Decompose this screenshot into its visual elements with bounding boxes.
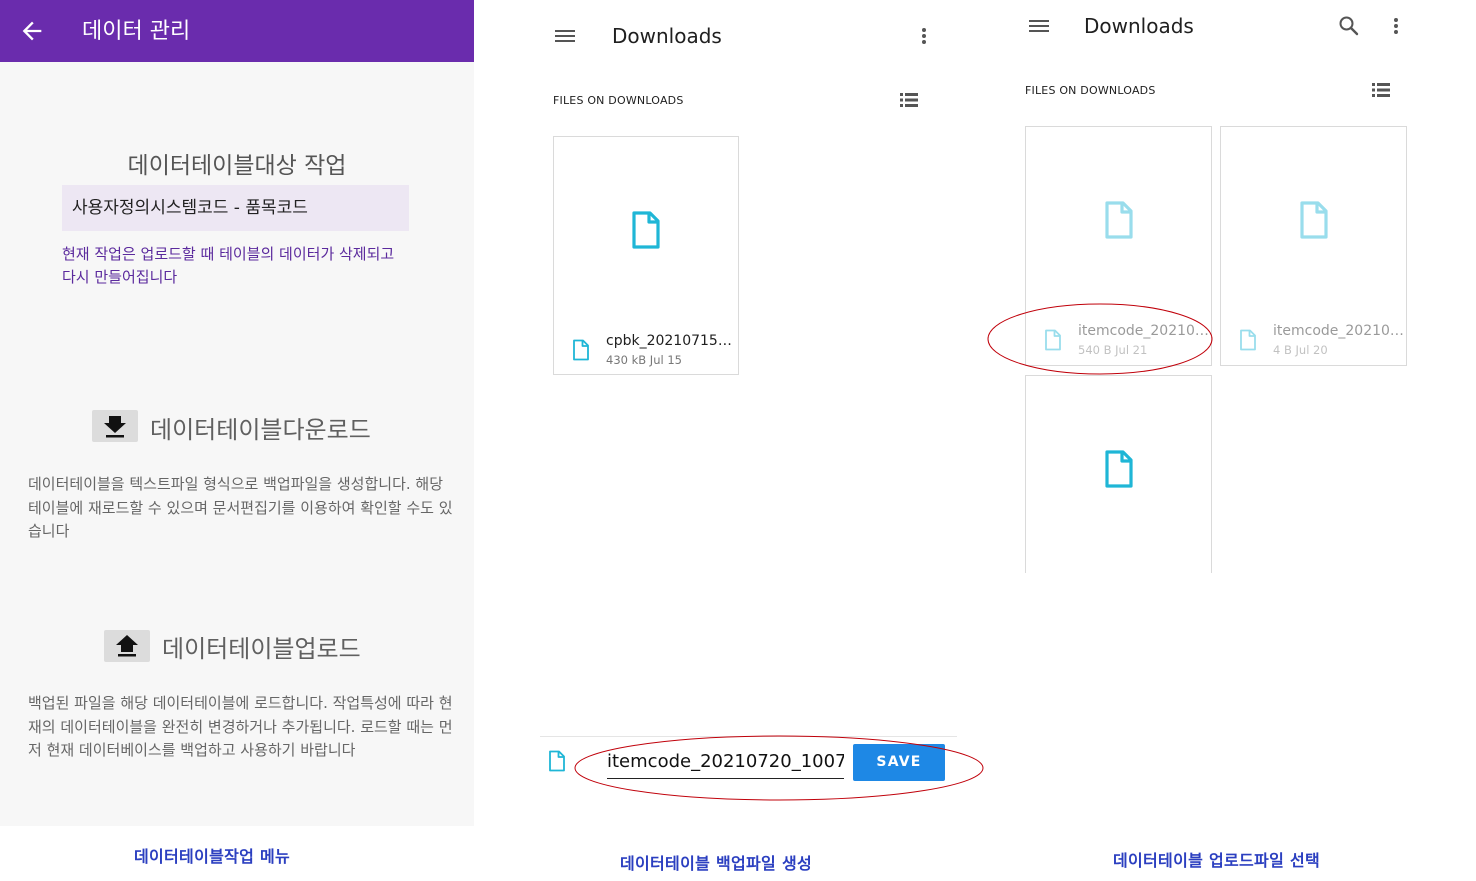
- task-warning-text: 현재 작업은 업로드할 때 테이블의 데이터가 삭제되고 다시 만들어집니다: [62, 245, 395, 286]
- file-icon: [548, 750, 566, 772]
- picker-title: Downloads: [1084, 14, 1194, 38]
- caption-menu: 데이터테이블작업 메뉴: [134, 847, 291, 866]
- section-header: FILES ON DOWNLOADS: [1025, 84, 1156, 97]
- back-arrow-icon[interactable]: [18, 17, 46, 45]
- upload-button-label[interactable]: 데이터테이블업로드: [162, 629, 361, 664]
- file-meta: 540 B Jul 21: [1078, 343, 1148, 357]
- more-vert-icon[interactable]: [1388, 14, 1404, 38]
- file-icon: [1299, 201, 1329, 239]
- download-description: 데이터테이블을 텍스트파일 형식으로 백업파일을 생성합니다. 해당 테이블에 …: [28, 475, 453, 540]
- menu-icon[interactable]: [552, 24, 578, 48]
- task-heading: 데이터테이블대상 작업: [127, 153, 347, 179]
- file-meta: 430 kB Jul 15: [606, 353, 682, 367]
- file-name: itemcode_20210…: [1078, 323, 1209, 339]
- more-vert-icon[interactable]: [916, 24, 932, 48]
- filename-field[interactable]: itemcode_20210720_10073: [607, 748, 844, 779]
- app-bar: [0, 0, 474, 62]
- file-icon: [631, 211, 661, 249]
- upload-description: 백업된 파일을 해당 데이터테이블에 로드합니다. 작업특성에 따라 현재의 데…: [28, 694, 453, 759]
- file-card[interactable]: itemcode_20210… 4 B Jul 20: [1220, 126, 1407, 366]
- picker-title: Downloads: [612, 24, 722, 48]
- list-view-icon[interactable]: [1370, 81, 1392, 99]
- caption-save: 데이터테이블 백업파일 생성: [620, 854, 812, 873]
- file-icon: [572, 339, 590, 361]
- file-card[interactable]: [1025, 375, 1212, 573]
- file-name: cpbk_20210715…: [606, 333, 732, 349]
- file-card[interactable]: itemcode_20210… 540 B Jul 21: [1025, 126, 1212, 366]
- file-meta: 4 B Jul 20: [1273, 343, 1328, 357]
- file-icon: [1104, 201, 1134, 239]
- app-title: 데이터 관리: [82, 19, 191, 44]
- file-icon: [1239, 329, 1257, 351]
- list-view-icon[interactable]: [898, 91, 920, 109]
- divider: [540, 736, 957, 737]
- download-button-label[interactable]: 데이터테이블다운로드: [150, 410, 371, 445]
- menu-icon[interactable]: [1026, 14, 1052, 38]
- search-icon[interactable]: [1337, 14, 1361, 38]
- file-icon: [1104, 450, 1134, 488]
- upload-icon[interactable]: [104, 630, 150, 662]
- section-header: FILES ON DOWNLOADS: [553, 94, 684, 107]
- file-icon: [1044, 329, 1062, 351]
- file-name: itemcode_20210…: [1273, 323, 1404, 339]
- caption-open: 데이터테이블 업로드파일 선택: [1113, 851, 1321, 870]
- save-button[interactable]: SAVE: [853, 744, 945, 781]
- task-selector[interactable]: 사용자정의시스템코드 - 품목코드: [62, 185, 409, 231]
- file-card[interactable]: cpbk_20210715… 430 kB Jul 15: [553, 136, 739, 375]
- download-icon[interactable]: [92, 410, 138, 442]
